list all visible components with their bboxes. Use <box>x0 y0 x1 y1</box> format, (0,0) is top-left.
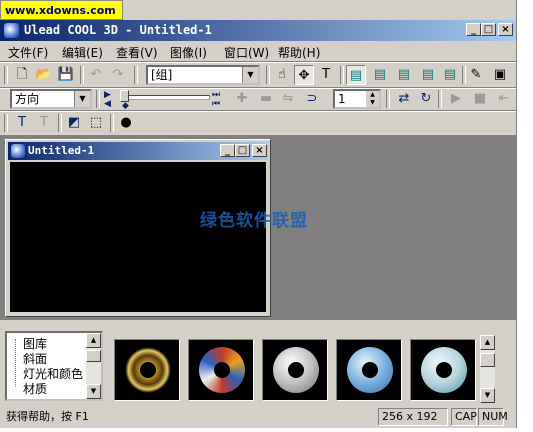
text-tool-icon[interactable]: T <box>316 65 336 85</box>
title-bar[interactable]: Ulead COOL 3D - Untitled-1 _ □ × <box>0 20 516 41</box>
minimize-button[interactable]: _ <box>466 23 481 36</box>
status-num-lock: NUM <box>478 408 508 426</box>
open-folder-icon[interactable]: 📂 <box>34 65 54 85</box>
water-torus-image <box>421 347 467 393</box>
object-select[interactable]: [组] ▼ <box>146 65 260 85</box>
menu-image[interactable]: 图像(I) <box>170 44 207 61</box>
thumbnail-item[interactable] <box>336 339 402 401</box>
frame-number-value: 1 <box>338 92 346 106</box>
library-tree: 图库 斜面 灯光和颜色 材质 ▲ ▼ <box>5 331 103 401</box>
menu-file[interactable]: 文件(F) <box>8 44 48 61</box>
play-icon[interactable]: ▶ <box>446 89 466 109</box>
document-title: Untitled-1 <box>28 144 95 157</box>
doc-minimize-button[interactable]: _ <box>220 144 235 157</box>
maximize-button[interactable]: □ <box>481 23 496 36</box>
menu-bar: 文件(F) 编辑(E) 查看(V) 图像(I) 窗口(W) 帮助(H) <box>0 41 516 61</box>
timeline-slider[interactable]: ▶ ◀ ◆ ⏭ ⏮ <box>104 89 224 111</box>
thumbnail-item[interactable] <box>114 339 180 401</box>
menu-edit[interactable]: 编辑(E) <box>62 44 103 61</box>
menu-window[interactable]: 窗口(W) <box>224 44 269 61</box>
scroll-down-icon[interactable]: ▼ <box>86 384 101 399</box>
close-button[interactable]: × <box>498 23 513 36</box>
window-title: Ulead COOL 3D - Untitled-1 <box>24 23 212 37</box>
scroll-thumb[interactable] <box>86 350 101 362</box>
select-object-icon[interactable]: ⬚ <box>86 113 106 133</box>
document-title-bar[interactable]: Untitled-1 _ □ × <box>8 142 268 160</box>
watermark-overlay-text: 绿色软件联盟 <box>200 211 308 231</box>
bevel-style-4-icon[interactable]: ▤ <box>418 65 438 85</box>
gold-torus-image <box>125 347 171 393</box>
menu-view[interactable]: 查看(V) <box>116 44 158 61</box>
doc-maximize-button[interactable]: □ <box>235 144 250 157</box>
stop-icon[interactable]: ■ <box>470 89 490 109</box>
add-keyframe-icon[interactable]: ✚ <box>232 89 252 109</box>
remove-keyframe-icon[interactable]: ▬ <box>256 89 276 109</box>
bevel-style-5-icon[interactable]: ▤ <box>440 65 460 85</box>
loop-play-icon[interactable]: ↻ <box>416 89 436 109</box>
ping-pong-icon[interactable]: ⇄ <box>394 89 414 109</box>
sphere-icon[interactable]: ● <box>116 113 136 133</box>
status-caps-lock: CAP <box>451 408 477 426</box>
cool3d-app-icon[interactable] <box>4 23 19 38</box>
thumbnail-scrollbar[interactable]: ▲ ▼ <box>480 335 495 403</box>
blue-sky-torus-image <box>347 347 393 393</box>
undo-icon[interactable]: ↶ <box>86 65 106 85</box>
spinner-arrows-icon[interactable]: ▲ ▼ <box>366 91 379 107</box>
direction-select[interactable]: 方向 ▼ <box>10 89 92 109</box>
chevron-down-icon[interactable]: ▼ <box>242 67 258 83</box>
menu-help[interactable]: 帮助(H) <box>278 44 320 61</box>
pick-color-icon[interactable]: ✎ <box>466 65 486 85</box>
chevron-down-icon[interactable]: ▼ <box>74 91 90 107</box>
thumbnail-item[interactable] <box>188 339 254 401</box>
insert-text-icon[interactable]: T <box>12 113 32 133</box>
scroll-down-icon[interactable]: ▼ <box>480 388 495 403</box>
direction-select-value: 方向 <box>15 92 40 106</box>
status-canvas-size: 256 x 192 <box>378 408 448 426</box>
doc-close-button[interactable]: × <box>252 144 267 157</box>
redo-icon[interactable]: ↷ <box>108 65 128 85</box>
thumbnail-item[interactable] <box>410 339 476 401</box>
tree-scrollbar[interactable]: ▲ ▼ <box>86 333 101 399</box>
scroll-up-icon[interactable]: ▲ <box>86 333 101 348</box>
thumbnail-item[interactable] <box>262 339 328 401</box>
rotate-object-icon[interactable]: ✥ <box>294 65 314 85</box>
loop-icon[interactable]: ⊃ <box>302 89 322 109</box>
stained-glass-torus-image <box>199 347 245 393</box>
status-bar: 获得帮助，按 F1 256 x 192 CAP NUM <box>0 406 516 428</box>
easy-palette: 图库 斜面 灯光和颜色 材质 ▲ ▼ ▲ ▼ <box>0 325 516 405</box>
status-help-text: 获得帮助，按 F1 <box>6 410 89 423</box>
hand-move-icon[interactable]: ☝ <box>272 65 292 85</box>
new-file-icon[interactable]: 🗋 <box>12 65 32 85</box>
scroll-thumb[interactable] <box>480 353 495 367</box>
save-disk-icon[interactable]: 💾 <box>56 65 76 85</box>
object-select-value: [组] <box>151 68 173 82</box>
bevel-style-1-icon[interactable]: ▤ <box>346 65 366 85</box>
watermark-banner: www.xdowns.com <box>0 0 123 20</box>
insert-geometry-icon[interactable]: ◩ <box>64 113 84 133</box>
render-canvas[interactable] <box>10 162 266 312</box>
edit-text-icon[interactable]: T <box>34 113 54 133</box>
bevel-style-3-icon[interactable]: ▤ <box>394 65 414 85</box>
preview-icon[interactable]: ▣ <box>490 65 510 85</box>
tree-item-texture[interactable]: 材质 <box>23 380 47 397</box>
document-icon[interactable] <box>11 144 25 158</box>
app-window: Ulead COOL 3D - Untitled-1 _ □ × 文件(F) 编… <box>0 0 517 428</box>
rewind-icon[interactable]: ⇤ <box>494 89 514 109</box>
bevel-style-2-icon[interactable]: ▤ <box>370 65 390 85</box>
white-marble-torus-image <box>273 347 319 393</box>
thumbnail-strip: ▲ ▼ <box>110 329 495 403</box>
frame-number-input[interactable]: 1 ▲ ▼ <box>333 89 381 109</box>
reverse-keyframe-icon[interactable]: ⇋ <box>278 89 298 109</box>
scroll-up-icon[interactable]: ▲ <box>480 335 495 350</box>
